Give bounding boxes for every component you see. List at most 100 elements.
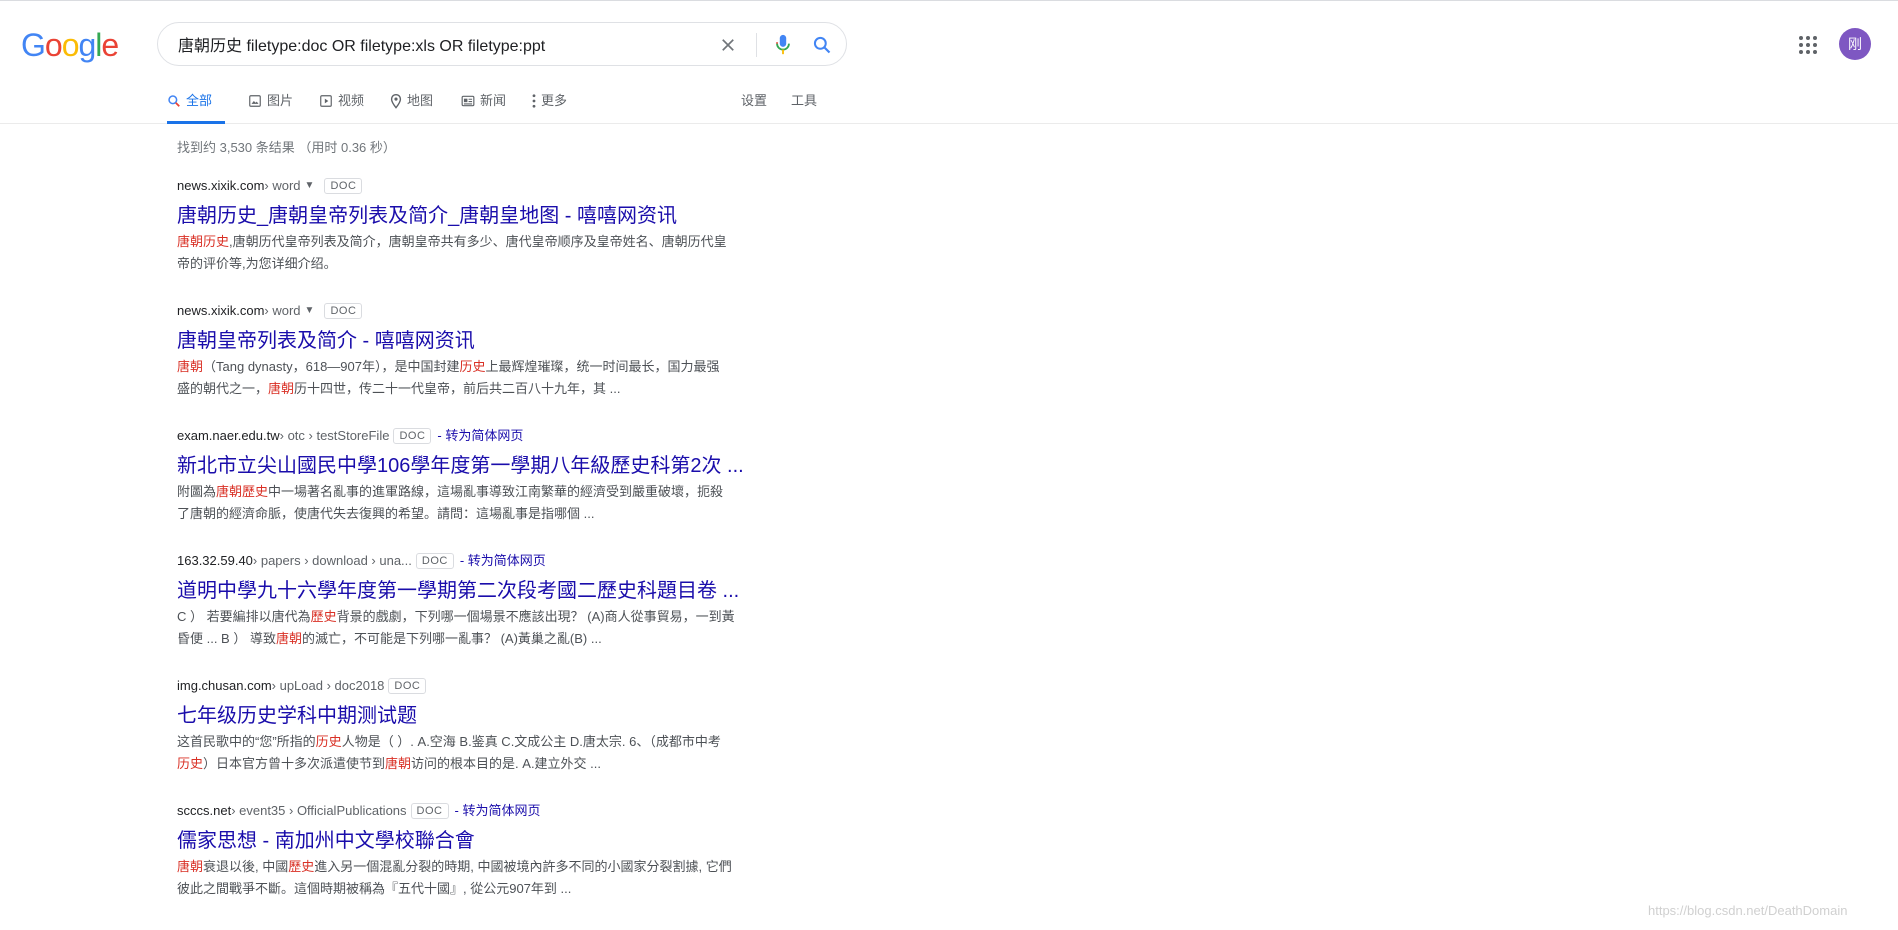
- result-title-link[interactable]: 新北市立尖山國民中學106學年度第一學期八年級歷史科第2次 ...: [177, 453, 777, 479]
- tab-tools[interactable]: 工具: [791, 87, 817, 123]
- result-url[interactable]: news.xixik.com › word ▼ DOC: [177, 302, 777, 320]
- result-url[interactable]: scccs.net › event35 › OfficialPublicatio…: [177, 802, 777, 820]
- snippet-text: 人物是（ ）. A.空海 B.鉴真 C.文成公主 D.唐太宗. 6、（成都市中考: [341, 734, 721, 749]
- filetype-badge: DOC: [410, 803, 449, 819]
- caret-down-icon[interactable]: ▼: [305, 302, 315, 320]
- snippet-highlight: 唐朝: [268, 381, 295, 396]
- snippet-line: 昏便 ... B ） 導致唐朝的滅亡，不可能是下列哪一亂事？ (A)黃巢之亂(B…: [177, 628, 777, 650]
- result-domain: exam.naer.edu.tw: [177, 428, 280, 443]
- filetype-badge: DOC: [415, 553, 454, 569]
- snippet-text: ,唐朝历代皇帝列表及简介，唐朝皇帝共有多少、唐代皇帝顺序及皇帝姓名、唐朝历代皇: [229, 234, 727, 249]
- result-snippet: 这首民歌中的“您”所指的历史人物是（ ）. A.空海 B.鉴真 C.文成公主 D…: [177, 731, 777, 775]
- snippet-text: 背景的戲劇，下列哪一個場景不應該出現？ (A)商人從事貿易，一到黃: [336, 609, 735, 624]
- clear-icon[interactable]: [714, 31, 742, 59]
- snippet-text: 盛的朝代之一，: [177, 381, 269, 396]
- snippet-text: 历十四世，传二十一代皇帝，前后共二百八十九年，其 ...: [294, 381, 621, 396]
- translate-link[interactable]: - 转为简体网页: [437, 427, 523, 445]
- translate-link[interactable]: - 转为简体网页: [455, 802, 541, 820]
- snippet-text: ）日本官方曾十多次派遣使节到: [203, 756, 386, 771]
- result-url[interactable]: 163.32.59.40 › papers › download › una..…: [177, 552, 777, 570]
- result-snippet: 唐朝（Tang dynasty，618—907年），是中国封建历史上最辉煌璀璨，…: [177, 356, 777, 400]
- filetype-badge: DOC: [388, 678, 427, 694]
- result-domain: img.chusan.com: [177, 678, 272, 693]
- logo-letter: o: [44, 27, 63, 63]
- news-icon: [461, 92, 475, 110]
- search-submit-icon[interactable]: [808, 31, 836, 59]
- result-title-link[interactable]: 儒家思想 - 南加州中文學校聯合會: [177, 828, 777, 854]
- result-domain: scccs.net: [177, 803, 232, 818]
- snippet-line: 帝的评价等,为您详细介绍。: [177, 253, 777, 275]
- snippet-highlight: 历史: [315, 734, 342, 749]
- result-snippet: 唐朝历史,唐朝历代皇帝列表及简介，唐朝皇帝共有多少、唐代皇帝顺序及皇帝姓名、唐朝…: [177, 231, 777, 275]
- snippet-highlight: 歷史: [310, 609, 337, 624]
- search-icon: [167, 92, 181, 110]
- filetype-badge: DOC: [393, 428, 432, 444]
- google-logo[interactable]: Google: [21, 27, 119, 63]
- caret-down-icon[interactable]: ▼: [305, 177, 315, 195]
- result-domain: news.xixik.com: [177, 178, 265, 193]
- result-path: › word: [264, 178, 301, 193]
- snippet-line: 彼此之間戰爭不斷。這個時期被稱為『五代十國』, 從公元907年到 ...: [177, 878, 777, 900]
- logo-letter: G: [21, 27, 46, 63]
- apps-grid-icon[interactable]: [1794, 31, 1822, 59]
- result-snippet: C ） 若要編排以唐代為歷史背景的戲劇，下列哪一個場景不應該出現？ (A)商人從…: [177, 606, 777, 650]
- search-result: news.xixik.com › word ▼ DOC 唐朝历史_唐朝皇帝列表及简介_…: [177, 177, 777, 275]
- snippet-text: 了唐朝的經濟命脈，使唐代失去復興的希望。請問：這場亂事是指哪個 ...: [177, 506, 595, 521]
- result-title-link[interactable]: 唐朝历史_唐朝皇帝列表及简介_唐朝皇地图 - 嘻嘻网资讯: [177, 203, 777, 229]
- logo-letter: g: [78, 27, 96, 63]
- snippet-highlight: 唐朝: [275, 631, 302, 646]
- snippet-text: 访问的根本目的是. A.建立外交 ...: [411, 756, 602, 771]
- snippet-text: 的滅亡，不可能是下列哪一亂事？ (A)黃巢之亂(B) ...: [301, 631, 602, 646]
- logo-letter: o: [61, 27, 80, 63]
- snippet-highlight: 唐朝: [177, 859, 204, 874]
- result-path: › word: [264, 303, 301, 318]
- snippet-line: 这首民歌中的“您”所指的历史人物是（ ）. A.空海 B.鉴真 C.文成公主 D…: [177, 731, 777, 753]
- snippet-text: 帝的评价等,为您详细介绍。: [177, 256, 337, 271]
- snippet-text: 附圖為: [177, 484, 217, 499]
- search-input[interactable]: [178, 23, 698, 65]
- logo-letter: e: [101, 27, 119, 63]
- tab-news[interactable]: 新闻: [461, 87, 506, 123]
- tab-more[interactable]: 更多: [532, 87, 567, 123]
- divider: [756, 33, 757, 57]
- snippet-text: 衰退以後, 中國: [203, 859, 289, 874]
- snippet-highlight: 唐朝: [177, 359, 204, 374]
- result-title-link[interactable]: 唐朝皇帝列表及简介 - 嘻嘻网资讯: [177, 328, 777, 354]
- tab-all[interactable]: 全部: [167, 87, 225, 124]
- snippet-line: 唐朝衰退以後, 中國歷史進入另一個混亂分裂的時期, 中國被境內許多不同的小國家分…: [177, 856, 777, 878]
- snippet-text: C ） 若要編排以唐代為: [177, 609, 311, 624]
- watermark-text: https://blog.csdn.net/DeathDomain: [1648, 903, 1848, 918]
- snippet-text: 这首民歌中的“您”所指的: [177, 734, 316, 749]
- search-result: 163.32.59.40 › papers › download › una..…: [177, 552, 777, 650]
- snippet-highlight: 歷史: [288, 859, 315, 874]
- more-vert-icon: [532, 92, 536, 110]
- snippet-text: 彼此之間戰爭不斷。這個時期被稱為『五代十國』, 從公元907年到 ...: [177, 881, 572, 896]
- result-path: › otc › testStoreFile: [279, 428, 390, 443]
- snippet-line: 了唐朝的經濟命脈，使唐代失去復興的希望。請問：這場亂事是指哪個 ...: [177, 503, 777, 525]
- snippet-highlight: 历史: [177, 756, 204, 771]
- search-result: scccs.net › event35 › OfficialPublicatio…: [177, 802, 777, 900]
- microphone-icon[interactable]: [769, 31, 797, 59]
- tab-maps[interactable]: 地图: [390, 87, 433, 123]
- snippet-line: 历史）日本官方曾十多次派遣使节到唐朝访问的根本目的是. A.建立外交 ...: [177, 753, 777, 775]
- result-url[interactable]: exam.naer.edu.tw › otc › testStoreFile DO…: [177, 427, 777, 445]
- result-title-link[interactable]: 七年级历史学科中期测试题: [177, 703, 777, 729]
- result-title-link[interactable]: 道明中學九十六學年度第一學期第二次段考國二歷史科題目卷 ...: [177, 578, 777, 604]
- result-url[interactable]: img.chusan.com › upLoad › doc2018 DOC: [177, 677, 777, 695]
- result-path: › upLoad › doc2018: [271, 678, 385, 693]
- snippet-line: 唐朝（Tang dynasty，618—907年），是中国封建历史上最辉煌璀璨，…: [177, 356, 777, 378]
- tab-videos[interactable]: 视频: [319, 87, 364, 123]
- snippet-text: 上最辉煌璀璨，统一时间最长，国力最强: [485, 359, 720, 374]
- snippet-line: 附圖為唐朝歷史中一場著名亂事的進軍路線，這場亂事導致江南繁華的經濟受到嚴重破壞，…: [177, 481, 777, 503]
- search-tabs: 全部 图片 视频 地图 新闻 更多 设置 工具: [0, 87, 1898, 124]
- result-url[interactable]: news.xixik.com › word ▼ DOC: [177, 177, 777, 195]
- tab-settings[interactable]: 设置: [741, 87, 767, 123]
- snippet-line: C ） 若要編排以唐代為歷史背景的戲劇，下列哪一個場景不應該出現？ (A)商人從…: [177, 606, 777, 628]
- result-domain: news.xixik.com: [177, 303, 265, 318]
- filetype-badge: DOC: [324, 303, 363, 319]
- translate-link[interactable]: - 转为简体网页: [460, 552, 546, 570]
- tab-images[interactable]: 图片: [248, 87, 293, 123]
- result-path: › event35 › OfficialPublications: [231, 803, 407, 818]
- account-avatar[interactable]: 刚: [1839, 28, 1871, 60]
- snippet-text: 進入另一個混亂分裂的時期, 中國被境內許多不同的小國家分裂割據, 它們: [314, 859, 732, 874]
